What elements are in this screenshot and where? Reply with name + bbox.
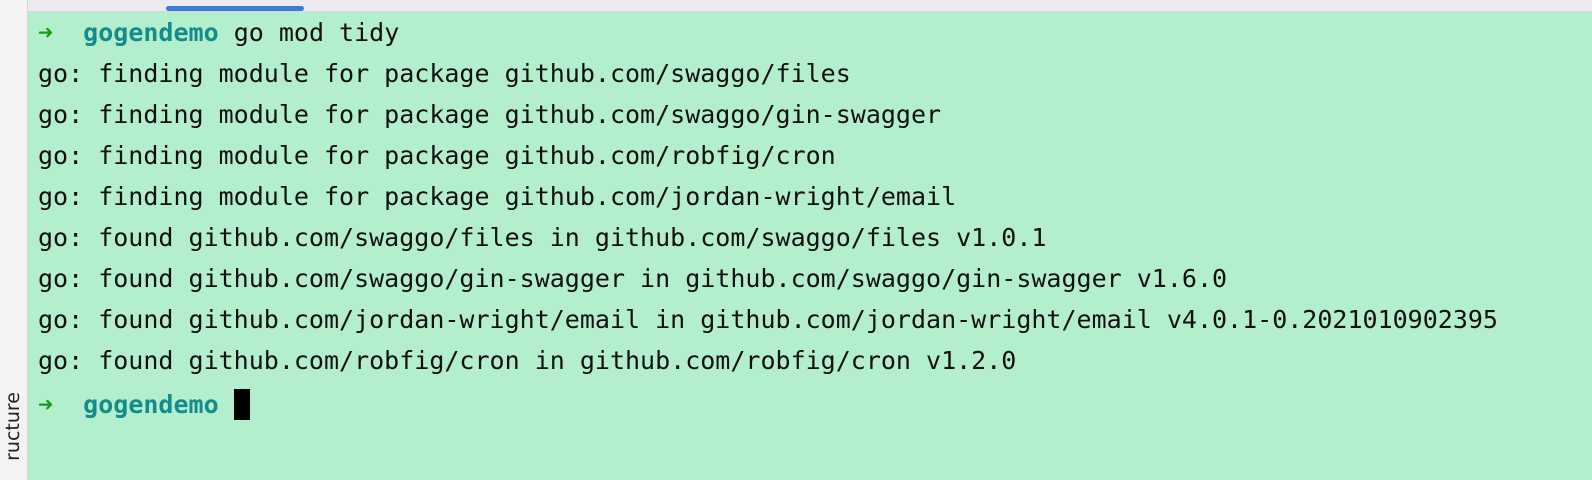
prompt-arrow-icon: ➜ (38, 390, 54, 419)
prompt-arrow-icon: ➜ (38, 18, 54, 47)
prompt-directory: gogendemo (83, 390, 219, 419)
output-line: go: found github.com/swaggo/gin-swagger … (38, 264, 1228, 293)
ide-window: ructure ➜ gogendemo go mod tidy go: find… (0, 0, 1592, 480)
command-text: go mod tidy (233, 18, 400, 47)
output-line: go: found github.com/swaggo/files in git… (38, 223, 1047, 252)
text-cursor (233, 388, 250, 420)
output-line: go: finding module for package github.co… (38, 100, 942, 129)
terminal-tab-bar (28, 0, 1592, 12)
prompt-directory: gogendemo (83, 18, 219, 47)
output-line: go: found github.com/robfig/cron in gith… (38, 346, 1017, 375)
output-line: go: finding module for package github.co… (38, 182, 957, 211)
output-line: go: finding module for package github.co… (38, 59, 851, 88)
active-tab-indicator[interactable] (166, 6, 304, 11)
structure-side-tab-label: ructure (2, 392, 24, 461)
output-line: go: finding module for package github.co… (38, 141, 836, 170)
structure-side-tab[interactable]: ructure (2, 392, 24, 480)
command-line: ➜ gogendemo go mod tidy (38, 12, 399, 53)
terminal-panel[interactable]: ➜ gogendemo go mod tidy go: finding modu… (28, 12, 1592, 480)
left-tool-strip: ructure (0, 0, 28, 480)
output-line: go: found github.com/jordan-wright/email… (38, 305, 1498, 334)
active-prompt-line[interactable]: ➜ gogendemo (38, 384, 250, 425)
